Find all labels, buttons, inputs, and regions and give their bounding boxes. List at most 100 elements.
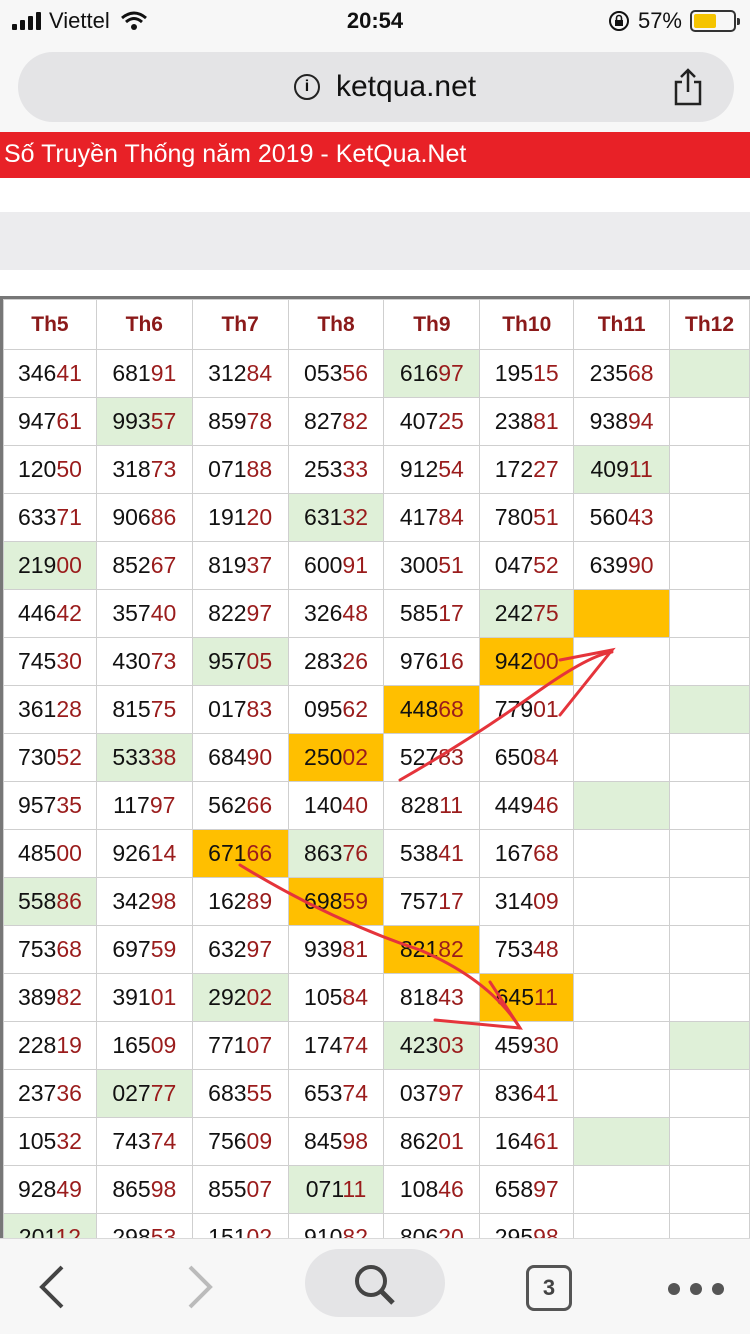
result-number: 38982 [17, 984, 82, 1010]
result-cell: 07111 [287, 1165, 385, 1214]
result-number: 01783 [208, 696, 273, 722]
result-number: 10584 [304, 984, 368, 1010]
forward-icon[interactable] [184, 1263, 216, 1311]
result-number: 74530 [17, 648, 82, 674]
table-row: 23736 02777 68355 65374 03797 83641 [3, 1069, 750, 1118]
result-number: 05356 [304, 360, 368, 386]
result-number: 23736 [17, 1080, 82, 1106]
page-title: Số Truyền Thống năm 2019 - KetQua.Net [4, 140, 467, 168]
search-button[interactable] [305, 1249, 445, 1317]
back-icon[interactable] [36, 1263, 68, 1311]
result-number: 24275 [494, 600, 559, 626]
result-cell: 90686 [95, 493, 193, 542]
battery-percent: 57% [637, 8, 682, 33]
result-number: 22819 [17, 1032, 82, 1058]
result-cell: 85507 [191, 1165, 289, 1214]
info-icon[interactable]: i [294, 74, 320, 100]
table-row: 21900 85267 81937 60091 30051 04752 63990 [3, 541, 750, 590]
result-cell: 29202 [191, 973, 289, 1022]
result-cell: 34641 [3, 349, 97, 398]
result-cell: 95735 [3, 781, 97, 830]
tabs-icon[interactable]: 3 [526, 1265, 572, 1311]
result-cell: 31284 [191, 349, 289, 398]
result-number: 83641 [494, 1080, 559, 1106]
result-cell: 81937 [191, 541, 289, 590]
table-row: 12050 31873 07188 25333 91254 17227 40911 [3, 445, 750, 494]
table-row: 75368 69759 63297 93981 82182 75348 [3, 925, 750, 974]
result-cell: 29598 [479, 1213, 575, 1241]
result-cell: 19120 [191, 493, 289, 542]
result-cell [669, 973, 750, 1022]
result-number: 75348 [494, 936, 559, 962]
result-cell: 36128 [3, 685, 97, 734]
result-number: 56266 [208, 792, 273, 818]
share-icon[interactable] [670, 68, 706, 106]
result-cell [669, 925, 750, 974]
result-number: 03797 [399, 1080, 464, 1106]
column-header: Th7 [191, 299, 289, 350]
result-number: 25333 [304, 456, 368, 482]
result-cell: 44946 [479, 781, 575, 830]
result-cell: 86376 [287, 829, 385, 878]
result-cell [573, 637, 671, 686]
result-cell: 03797 [383, 1069, 481, 1118]
result-number: 53841 [399, 840, 464, 866]
result-cell: 75609 [191, 1117, 289, 1166]
address-bar[interactable]: i ketqua.net [18, 52, 734, 122]
result-cell: 83641 [479, 1069, 575, 1118]
result-cell [669, 445, 750, 494]
result-number: 94200 [494, 648, 559, 674]
result-number: 85267 [112, 552, 177, 578]
result-cell: 16461 [479, 1117, 575, 1166]
result-number: 58517 [399, 600, 464, 626]
result-cell: 85267 [95, 541, 193, 590]
result-number: 28326 [304, 648, 368, 674]
url-text[interactable]: ketqua.net [336, 70, 476, 104]
result-cell [669, 781, 750, 830]
result-cell: 07188 [191, 445, 289, 494]
result-cell: 95705 [191, 637, 289, 686]
result-cell: 86201 [383, 1117, 481, 1166]
result-cell: 19515 [479, 349, 575, 398]
result-cell: 56043 [573, 493, 671, 542]
result-number: 68191 [112, 360, 177, 386]
result-cell: 25333 [287, 445, 385, 494]
result-cell: 15102 [191, 1213, 289, 1241]
result-number: 82297 [208, 600, 273, 626]
result-cell: 86598 [95, 1165, 193, 1214]
result-cell: 99357 [95, 397, 193, 446]
table-row: 36128 81575 01783 09562 44868 77901 [3, 685, 750, 734]
result-cell: 68355 [191, 1069, 289, 1118]
table-row: 44642 35740 82297 32648 58517 24275 [3, 589, 750, 638]
result-cell [669, 541, 750, 590]
result-cell: 75368 [3, 925, 97, 974]
result-cell: 55886 [3, 877, 97, 926]
result-number: 82811 [400, 792, 464, 818]
result-number: 56043 [589, 504, 654, 530]
result-number: 90686 [112, 504, 177, 530]
result-number: 78051 [494, 504, 559, 530]
result-number: 43073 [112, 648, 177, 674]
result-number: 32648 [304, 600, 368, 626]
table-row: 74530 43073 95705 28326 97616 94200 [3, 637, 750, 686]
result-cell: 17227 [479, 445, 575, 494]
result-cell: 23736 [3, 1069, 97, 1118]
result-number: 84598 [304, 1128, 368, 1154]
result-number: 69859 [304, 888, 368, 914]
result-cell: 24275 [479, 589, 575, 638]
result-number: 68490 [208, 744, 273, 770]
more-icon[interactable] [668, 1283, 724, 1295]
result-cell [573, 925, 671, 974]
result-cell: 60091 [287, 541, 385, 590]
result-cell: 31873 [95, 445, 193, 494]
result-cell: 31409 [479, 877, 575, 926]
browser-toolbar: 3 [0, 1238, 750, 1334]
result-cell: 69759 [95, 925, 193, 974]
table-row: 95735 11797 56266 14040 82811 44946 [3, 781, 750, 830]
result-cell: 91254 [383, 445, 481, 494]
result-cell: 11797 [95, 781, 193, 830]
result-cell [669, 685, 750, 734]
result-number: 81843 [399, 984, 464, 1010]
result-number: 11797 [113, 792, 176, 818]
result-number: 81575 [112, 696, 177, 722]
